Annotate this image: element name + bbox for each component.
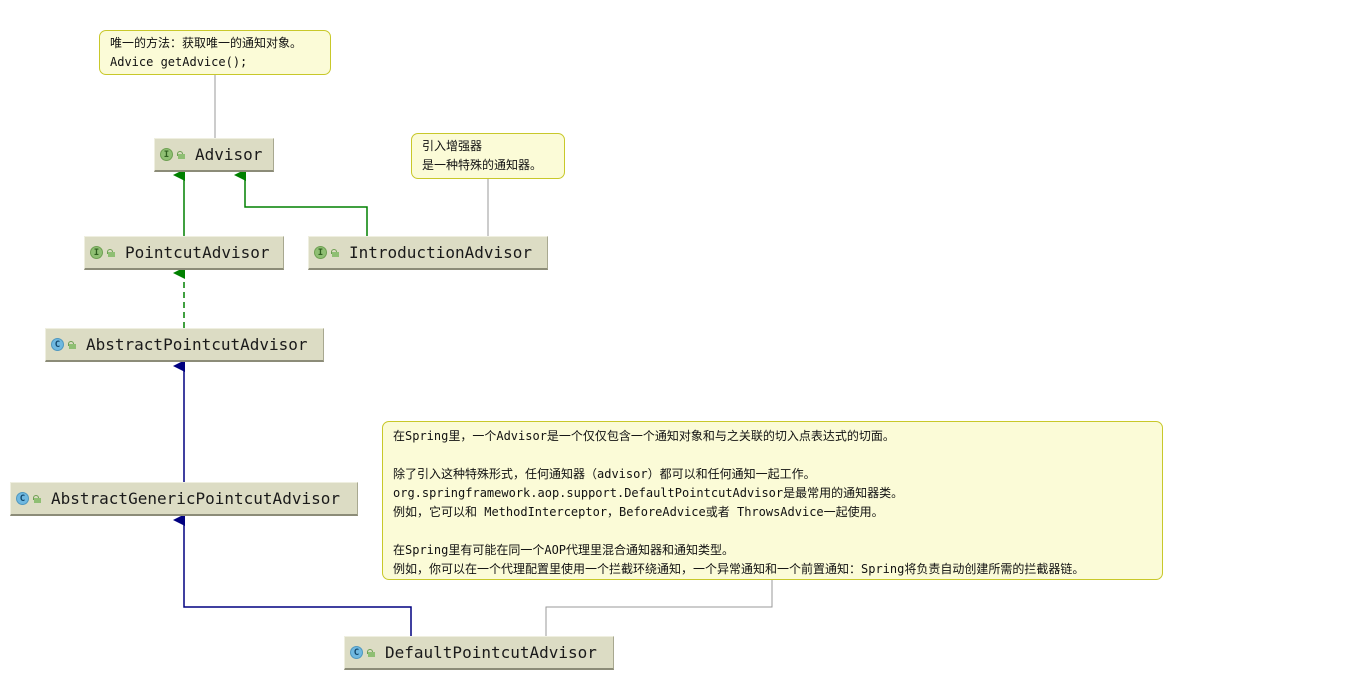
class-node-defaultpointcutadvisor[interactable]: C DefaultPointcutAdvisor [344,636,614,670]
class-name: Advisor [195,145,263,164]
class-name: AbstractPointcutAdvisor [86,335,308,354]
class-node-abstractgenericpointcutadvisor[interactable]: C AbstractGenericPointcutAdvisor [10,482,358,516]
public-visibility-icon [331,249,339,257]
class-node-advisor[interactable]: I Advisor [154,138,274,172]
class-icon: C [16,492,29,505]
edge-default-extends-abstractgeneric [173,514,412,636]
class-node-pointcutadvisor[interactable]: I PointcutAdvisor [84,236,284,270]
public-visibility-icon [177,151,185,159]
public-visibility-icon [107,249,115,257]
note-line: Advice getAdvice(); [110,55,248,69]
class-node-introductionadvisor[interactable]: I IntroductionAdvisor [308,236,548,270]
note-line: 引入增强器 [422,139,483,153]
note-advisor: 唯一的方法：获取唯一的通知对象。 Advice getAdvice(); [99,30,331,75]
note-line: 在Spring里有可能在同一个AOP代理里混合通知器和通知类型。 [393,543,735,557]
note-default: 在Spring里，一个Advisor是一个仅仅包含一个通知对象和与之关联的切入点… [382,421,1163,580]
note-line: org.springframework.aop.support.DefaultP… [393,486,904,500]
note-line: 例如，你可以在一个代理配置里使用一个拦截环绕通知，一个异常通知和一个前置通知：S… [393,562,1085,576]
note-line: 除了引入这种特殊形式，任何通知器（advisor）都可以和任何通知一起工作。 [393,467,816,481]
interface-icon: I [90,246,103,259]
class-icon: C [350,646,363,659]
class-name: PointcutAdvisor [125,243,270,262]
public-visibility-icon [68,341,76,349]
public-visibility-icon [367,649,375,657]
public-visibility-icon [33,495,41,503]
note-line: 唯一的方法：获取唯一的通知对象。 [110,36,303,50]
note-link-default [545,580,773,636]
class-name: AbstractGenericPointcutAdvisor [51,489,340,508]
interface-icon: I [314,246,327,259]
note-introduction: 引入增强器 是一种特殊的通知器。 [411,133,565,179]
note-line [393,522,1152,541]
class-icon: C [51,338,64,351]
note-line: 例如，它可以和 MethodInterceptor，BeforeAdvice或者… [393,505,884,519]
note-line [393,446,1152,465]
class-name: IntroductionAdvisor [349,243,533,262]
note-line: 在Spring里，一个Advisor是一个仅仅包含一个通知对象和与之关联的切入点… [393,429,895,443]
interface-icon: I [160,148,173,161]
class-name: DefaultPointcutAdvisor [385,643,597,662]
note-line: 是一种特殊的通知器。 [422,158,543,172]
class-node-abstractpointcutadvisor[interactable]: C AbstractPointcutAdvisor [45,328,324,362]
edge-introductionadvisor-extends-advisor [234,169,368,236]
